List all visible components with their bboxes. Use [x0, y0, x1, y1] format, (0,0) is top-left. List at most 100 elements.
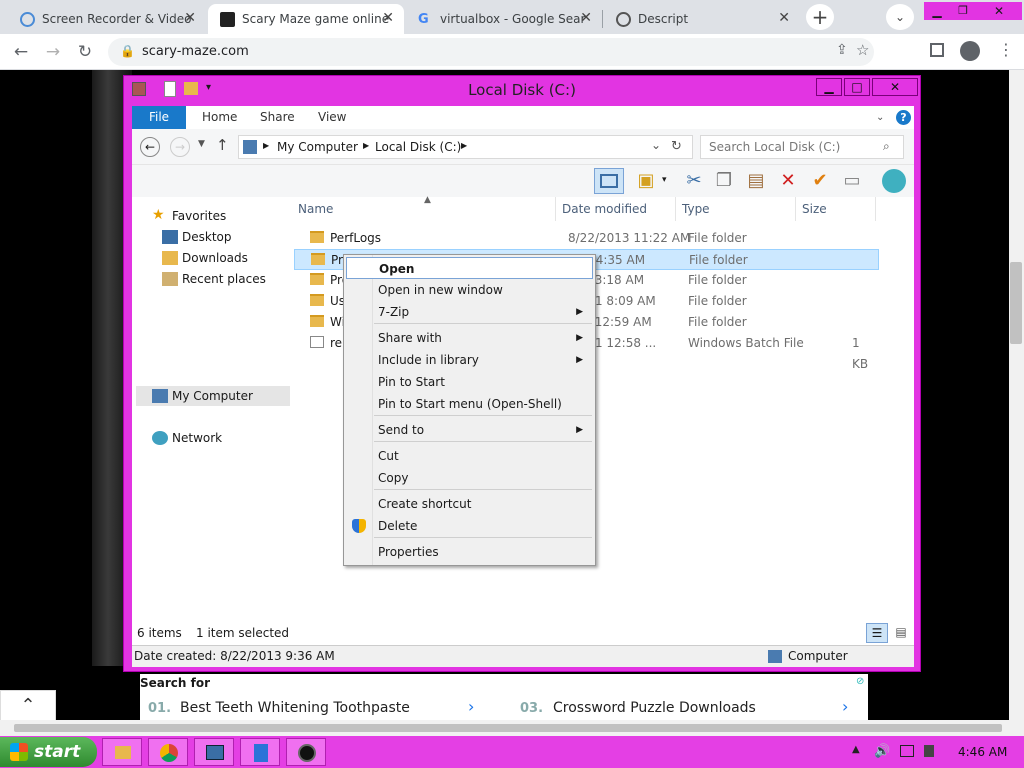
tab-search-button[interactable]: ⌄ — [886, 4, 914, 30]
close-window-button[interactable]: ✕ — [976, 2, 1022, 20]
tray-expand-icon[interactable]: ▲ — [852, 744, 860, 755]
menu-item-include-in-library[interactable]: Include in library ▶ — [346, 349, 593, 371]
taskbar-window-icon[interactable] — [194, 738, 234, 766]
network-tray-icon[interactable] — [900, 745, 914, 757]
vertical-scroll-thumb[interactable] — [1010, 262, 1022, 344]
cut-icon[interactable]: ✂ — [682, 169, 706, 193]
reload-icon[interactable]: ↻ — [74, 41, 96, 63]
menu-item-share-with[interactable]: Share with ▶ — [346, 327, 593, 349]
nav-network[interactable]: Network — [142, 428, 292, 448]
delete-icon[interactable]: ✕ — [776, 169, 800, 193]
column-date-modified[interactable]: Date modified — [556, 197, 676, 221]
chevron-down-icon[interactable]: ▾ — [662, 175, 667, 185]
forward-icon[interactable]: → — [42, 41, 64, 63]
share-icon[interactable]: ⇪ — [836, 42, 848, 58]
breadcrumb-local-disk[interactable]: Local Disk (C:) — [375, 140, 461, 154]
menu-item-create-shortcut[interactable]: Create shortcut — [346, 493, 593, 515]
nav-desktop[interactable]: Desktop — [152, 227, 292, 247]
search-input[interactable]: Search Local Disk (C:) — [709, 140, 840, 154]
menu-item-send-to[interactable]: Send to ▶ — [346, 419, 593, 441]
column-size[interactable]: Size — [796, 197, 876, 221]
tab-home[interactable]: Home — [202, 106, 237, 129]
breadcrumb-my-computer[interactable]: My Computer — [277, 140, 358, 154]
chevron-down-icon[interactable]: ⌄ — [651, 138, 661, 152]
omnibox[interactable]: 🔒 scary-maze.com ⇪ ☆ — [108, 38, 874, 66]
back-icon[interactable]: ← — [10, 41, 32, 63]
back-button[interactable]: ← — [140, 137, 160, 157]
ad-item[interactable]: 03. Crossword Puzzle Downloads › — [512, 696, 862, 720]
network-globe-icon[interactable] — [882, 169, 906, 193]
browser-menu-icon[interactable]: ⋮ — [998, 40, 1014, 59]
menu-item-properties[interactable]: Properties — [346, 541, 593, 563]
column-name[interactable]: Name — [292, 197, 556, 221]
taskbar-recorder-icon[interactable] — [286, 738, 326, 766]
preview-pane-icon[interactable] — [594, 168, 624, 194]
nav-my-computer[interactable]: My Computer — [136, 386, 290, 406]
volume-icon[interactable]: 🔊 — [874, 744, 890, 759]
menu-item-cut[interactable]: Cut — [346, 445, 593, 467]
profile-avatar-icon[interactable] — [960, 41, 980, 61]
menu-item-open[interactable]: Open — [346, 257, 593, 279]
close-button[interactable]: ✕ — [872, 78, 918, 96]
chevron-right-icon: › — [842, 697, 849, 716]
menu-item-open-in-new-window[interactable]: Open in new window — [346, 279, 593, 301]
details-view-icon[interactable]: ☰ — [866, 623, 888, 643]
new-tab-button[interactable]: + — [806, 4, 834, 30]
tab-google[interactable]: G virtualbox - Google Sear ✕ — [406, 4, 602, 34]
help-icon[interactable]: ? — [896, 110, 911, 125]
minimize-button[interactable]: ▁ — [816, 78, 842, 96]
tab-scary-maze[interactable]: Scary Maze game online ✕ — [208, 4, 404, 34]
menu-item-delete[interactable]: Delete — [346, 515, 593, 537]
close-icon[interactable]: ✕ — [382, 10, 394, 26]
tab-share[interactable]: Share — [260, 106, 295, 129]
tab-descript[interactable]: Descript ✕ — [604, 4, 800, 34]
refresh-icon[interactable]: ↻ — [671, 139, 682, 154]
maximize-button[interactable]: □ — [844, 78, 870, 96]
nav-favorites[interactable]: ★ Favorites — [142, 206, 292, 226]
taskbar-explorer-icon[interactable] — [102, 738, 142, 766]
rename-icon[interactable]: ✔ — [808, 169, 832, 193]
address-path[interactable]: ▶ My Computer ▶ Local Disk (C:) ▶ ⌄ ↻ — [238, 135, 693, 159]
search-icon[interactable]: ⌕ — [883, 139, 890, 154]
clock[interactable]: 4:46 AM — [958, 745, 1007, 759]
action-center-icon[interactable] — [924, 745, 934, 757]
tab-view[interactable]: View — [318, 106, 346, 129]
minimize-button[interactable]: ▁ — [924, 2, 950, 20]
ad-item[interactable]: 01. Best Teeth Whitening Toothpaste › — [140, 696, 490, 720]
forward-button[interactable]: → — [170, 137, 190, 157]
nav-recent-places[interactable]: Recent places — [152, 269, 292, 289]
recent-locations-icon[interactable]: ▼ — [198, 139, 205, 149]
menu-item-7-zip[interactable]: 7-Zip ▶ — [346, 301, 593, 323]
menu-item-pin-to-start[interactable]: Pin to Start — [346, 371, 593, 393]
column-type[interactable]: Type — [676, 197, 796, 221]
select-all-icon[interactable]: ▣ — [634, 169, 658, 193]
table-row[interactable]: PerfLogs 8/22/2013 11:22 AM File folder — [294, 228, 879, 249]
large-icons-view-icon[interactable]: ▤ — [890, 623, 912, 643]
menu-item-pin-to-start-menu-open-shell[interactable]: Pin to Start menu (Open-Shell) — [346, 393, 593, 415]
tab-file[interactable]: File — [132, 106, 186, 129]
side-panel-icon[interactable] — [930, 43, 944, 57]
nav-downloads[interactable]: Downloads — [152, 248, 292, 268]
taskbar-chrome-icon[interactable] — [148, 738, 188, 766]
start-button[interactable]: start — [0, 737, 97, 767]
close-icon[interactable]: ✕ — [580, 10, 592, 26]
scroll-up-button[interactable]: ⌃ — [0, 690, 56, 722]
nav-label: Desktop — [182, 230, 232, 244]
copy-icon[interactable]: ❐ — [712, 169, 736, 193]
tab-screen-recorder[interactable]: Screen Recorder & Video ✕ — [8, 4, 206, 34]
vertical-scrollbar[interactable] — [1009, 70, 1024, 720]
restore-button[interactable]: ❐ — [950, 2, 976, 20]
horizontal-scroll-thumb[interactable] — [14, 724, 1002, 732]
taskbar-document-icon[interactable] — [240, 738, 280, 766]
properties-icon[interactable]: ▭ — [840, 169, 864, 193]
paste-icon[interactable]: ▤ — [744, 169, 768, 193]
up-button[interactable]: ↑ — [216, 136, 229, 154]
file-type: File folder — [688, 294, 747, 308]
close-icon[interactable]: ✕ — [184, 10, 196, 26]
bookmark-star-icon[interactable]: ☆ — [856, 41, 869, 59]
chevron-down-icon[interactable]: ⌄ — [876, 112, 884, 123]
search-box[interactable]: Search Local Disk (C:) ⌕ — [700, 135, 904, 159]
adchoices-icon[interactable]: ⊘ — [856, 676, 864, 687]
close-icon[interactable]: ✕ — [778, 10, 790, 26]
menu-item-copy[interactable]: Copy — [346, 467, 593, 489]
